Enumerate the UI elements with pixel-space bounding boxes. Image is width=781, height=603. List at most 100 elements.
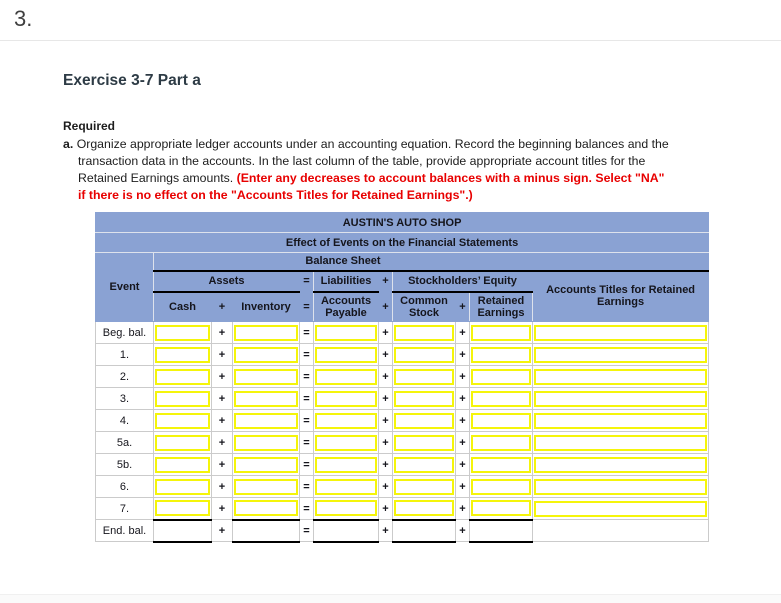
accounts-titles-input[interactable] [534, 478, 708, 495]
retained-earnings-input[interactable] [471, 346, 531, 363]
accounts-payable-input[interactable] [315, 434, 377, 451]
retained-earnings-input[interactable] [471, 434, 531, 451]
accounts-titles-cell [531, 431, 710, 454]
cash-input[interactable] [155, 324, 210, 341]
common-stock-input[interactable] [394, 390, 454, 407]
common-stock-input[interactable] [394, 346, 454, 363]
inventory-input[interactable] [234, 478, 298, 495]
row-label: Beg. bal. [95, 321, 154, 344]
inventory-input[interactable] [234, 456, 298, 473]
accounts-payable-column-header: Accounts Payable [313, 291, 379, 322]
inventory-input[interactable] [234, 412, 298, 429]
retained-earnings-input[interactable] [471, 478, 531, 495]
retained-earnings-input[interactable] [471, 390, 531, 407]
accounting-equation-table: AUSTIN'S AUTO SHOP Effect of Events on t… [94, 212, 710, 543]
cash-input[interactable] [155, 346, 210, 363]
plus-operator: + [211, 321, 233, 344]
inventory-input[interactable] [234, 390, 298, 407]
common-stock-input[interactable] [394, 434, 454, 451]
retained-earnings-input[interactable] [471, 500, 531, 517]
accounts-titles-input[interactable] [534, 434, 708, 451]
accounts-titles-input[interactable] [534, 500, 708, 517]
table-title: AUSTIN'S AUTO SHOP [94, 212, 710, 233]
table-body: Beg. bal. + = + + 1. + = + + 2. + = + + … [95, 321, 710, 543]
cash-input[interactable] [155, 434, 210, 451]
cash-input[interactable] [155, 390, 210, 407]
accounts-payable-input[interactable] [315, 324, 377, 341]
equals-operator: = [299, 291, 314, 322]
accounts-titles-cell [531, 365, 710, 388]
cash-input[interactable] [155, 368, 210, 385]
common-stock-input[interactable] [394, 456, 454, 473]
plus-operator: + [455, 387, 470, 410]
accounts-titles-input[interactable] [534, 368, 708, 385]
retained-earnings-cell [469, 365, 533, 388]
exercise-page: 3. Exercise 3-7 Part a Required a. Organ… [0, 0, 781, 603]
table-row: 4. + = + + [95, 409, 710, 432]
accounts-payable-input[interactable] [315, 500, 377, 517]
common-stock-input[interactable] [394, 368, 454, 385]
cash-cell [153, 497, 212, 520]
inventory-input[interactable] [234, 324, 298, 341]
accounts-payable-input[interactable] [315, 478, 377, 495]
common-stock-input[interactable] [394, 500, 454, 517]
cash-input[interactable] [155, 478, 210, 495]
cash-input[interactable] [155, 500, 210, 517]
accounts-payable-input[interactable] [315, 346, 377, 363]
row-label: 7. [95, 497, 154, 520]
table-row: Beg. bal. + = + + [95, 321, 710, 344]
row-label: 5a. [95, 431, 154, 454]
row-label: 1. [95, 343, 154, 366]
cash-cell [153, 321, 212, 344]
common-stock-cell [392, 409, 456, 432]
accounts-titles-input[interactable] [534, 390, 708, 407]
plus-operator: + [211, 291, 233, 322]
accounts-titles-input[interactable] [534, 346, 708, 363]
assets-group-header: Assets [153, 270, 300, 293]
inventory-input[interactable] [234, 368, 298, 385]
plus-operator: + [378, 409, 393, 432]
accounts-payable-input[interactable] [315, 368, 377, 385]
accounts-payable-cell [313, 387, 379, 410]
accounts-titles-cell [531, 387, 710, 410]
common-stock-cell [392, 453, 456, 476]
plus-operator: + [378, 270, 393, 292]
common-stock-cell [392, 497, 456, 520]
accounts-titles-input[interactable] [534, 456, 708, 473]
cash-input[interactable] [155, 456, 210, 473]
retained-earnings-input[interactable] [471, 368, 531, 385]
cash-cell [153, 365, 212, 388]
inventory-input[interactable] [234, 346, 298, 363]
accounts-payable-input[interactable] [315, 412, 377, 429]
accounts-titles-cell [531, 409, 710, 432]
cash-cell [153, 518, 212, 543]
accounts-payable-cell [313, 343, 379, 366]
plus-operator: + [378, 387, 393, 410]
common-stock-input[interactable] [394, 478, 454, 495]
plus-operator: + [455, 453, 470, 476]
retained-earnings-input[interactable] [471, 456, 531, 473]
plus-operator: + [211, 343, 233, 366]
inventory-input[interactable] [234, 434, 298, 451]
common-stock-cell [392, 321, 456, 344]
accounts-titles-input[interactable] [534, 324, 708, 341]
accounts-payable-input[interactable] [315, 456, 377, 473]
accounts-payable-cell [313, 518, 379, 543]
cash-input[interactable] [155, 412, 210, 429]
accounts-payable-input[interactable] [315, 390, 377, 407]
cash-cell [153, 453, 212, 476]
header-spacer-cell [531, 252, 710, 272]
retained-earnings-input[interactable] [471, 412, 531, 429]
common-stock-input[interactable] [394, 412, 454, 429]
inventory-input[interactable] [234, 500, 298, 517]
row-label: 5b. [95, 453, 154, 476]
retained-earnings-input[interactable] [471, 324, 531, 341]
equals-operator: = [299, 409, 314, 432]
plus-operator: + [455, 431, 470, 454]
accounts-titles-input[interactable] [534, 412, 708, 429]
group-header-row: Assets = Liabilities + Stockholders’ Equ… [96, 270, 710, 322]
liabilities-group-header: Liabilities [313, 270, 379, 293]
plus-operator: + [455, 497, 470, 520]
common-stock-input[interactable] [394, 324, 454, 341]
plus-operator: + [378, 453, 393, 476]
